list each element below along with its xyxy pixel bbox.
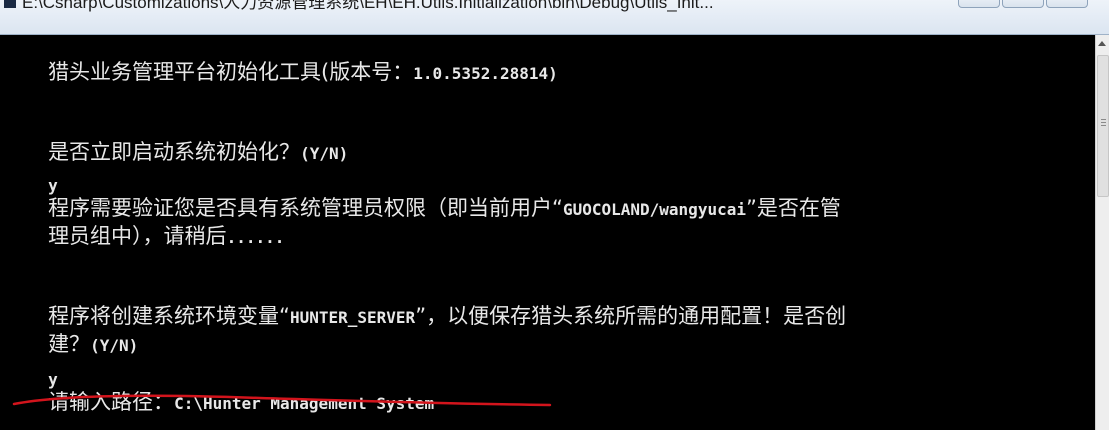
console-window: E:\Csharp\Customizations\人力资源管理系统\EH\EH.…	[0, 0, 1109, 430]
console-line-version: 猎头业务管理平台初始化工具(版本号：1.0.5352.28814)	[8, 41, 558, 84]
console-line-env-var-cont: 建？(Y/N)	[8, 313, 138, 356]
console-text: 理员组中），请稍后	[48, 224, 227, 248]
yn-prompt: (Y/N)	[300, 144, 349, 163]
console-line-verify-cont: 理员组中），请稍后......	[8, 205, 284, 248]
console-text: 猎头业务管理平台初始化工具(版本号：	[48, 60, 414, 84]
current-user: GUOCOLAND/wangyucai	[562, 200, 746, 219]
close-button[interactable]	[1046, 0, 1088, 8]
console-text: 请输入路径：	[48, 390, 175, 414]
version-number: 1.0.5352.28814)	[413, 64, 558, 83]
yn-prompt: (Y/N)	[90, 336, 139, 355]
vertical-scrollbar[interactable]	[1095, 35, 1109, 430]
window-title: E:\Csharp\Customizations\人力资源管理系统\EH\EH.…	[22, 0, 714, 12]
console-line-env-var: 程序将创建系统环境变量“HUNTER_SERVER”，以便保存猎头系统所需的通用…	[8, 285, 846, 328]
console-line-input-y: y	[8, 153, 58, 195]
console-text: ”，以便保存猎头系统所需的通用配置！是否创	[415, 304, 847, 328]
env-var-name: HUNTER_SERVER	[289, 308, 416, 327]
minimize-button[interactable]	[958, 0, 1000, 8]
console-line-prompt-init: 是否立即启动系统初始化？(Y/N)	[8, 121, 348, 164]
scroll-up-arrow-icon[interactable]	[1098, 41, 1106, 46]
path-input: C:\Hunter Management System	[174, 394, 435, 413]
title-bar[interactable]: E:\Csharp\Customizations\人力资源管理系统\EH\EH.…	[0, 0, 1109, 35]
scroll-thumb[interactable]	[1097, 55, 1109, 197]
console-line-input-y-2: y	[8, 347, 58, 389]
maximize-button[interactable]	[1002, 0, 1044, 8]
console-text: ”是否在管	[745, 196, 841, 220]
console-app-icon	[4, 0, 16, 8]
console-text: 是否立即启动系统初始化？	[48, 140, 301, 164]
ellipsis: ......	[226, 228, 285, 247]
console-output[interactable]: 猎头业务管理平台初始化工具(版本号：1.0.5352.28814) 是否立即启动…	[8, 37, 1093, 430]
grip-icon	[1101, 119, 1106, 120]
console-line-verify: 程序需要验证您是否具有系统管理员权限（即当前用户“GUOCOLAND/wangy…	[8, 177, 841, 220]
console-line-path: 请输入路径：C:\Hunter Management System	[8, 371, 434, 414]
